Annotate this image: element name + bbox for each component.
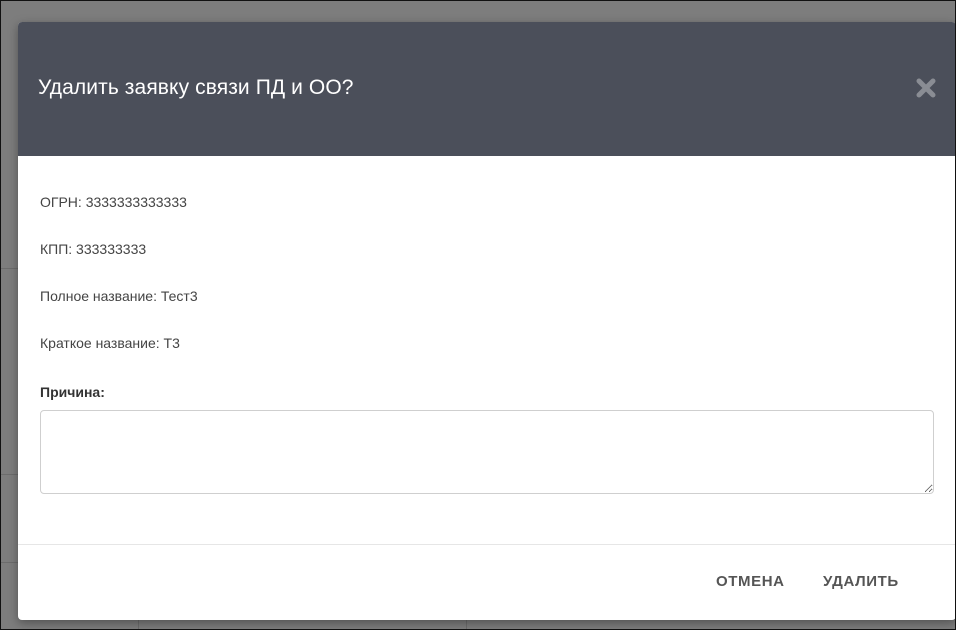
short-name-line: Краткое название: Т3 (40, 335, 180, 351)
background-divider (0, 268, 18, 269)
full-name-line: Полное название: Тест3 (40, 288, 198, 304)
dialog-body: ОГРН: 3333333333333 КПП: 333333333 Полно… (18, 156, 956, 544)
dialog-header: Удалить заявку связи ПД и ОО? (18, 22, 956, 156)
ogrn-line: ОГРН: 3333333333333 (40, 194, 187, 210)
delete-button[interactable]: УДАЛИТЬ (823, 573, 899, 590)
background-divider (466, 620, 467, 630)
reason-textarea[interactable] (40, 410, 934, 494)
close-icon[interactable] (912, 74, 940, 102)
dialog-footer: ОТМЕНА УДАЛИТЬ (18, 544, 956, 620)
kpp-line: КПП: 333333333 (40, 241, 147, 257)
background-divider (0, 474, 18, 475)
reason-label: Причина: (40, 384, 105, 400)
cancel-button[interactable]: ОТМЕНА (716, 573, 785, 590)
delete-request-dialog: Удалить заявку связи ПД и ОО? ОГРН: 3333… (18, 22, 956, 620)
dialog-title: Удалить заявку связи ПД и ОО? (38, 76, 354, 99)
background-divider (138, 620, 139, 630)
background-divider (0, 562, 18, 563)
